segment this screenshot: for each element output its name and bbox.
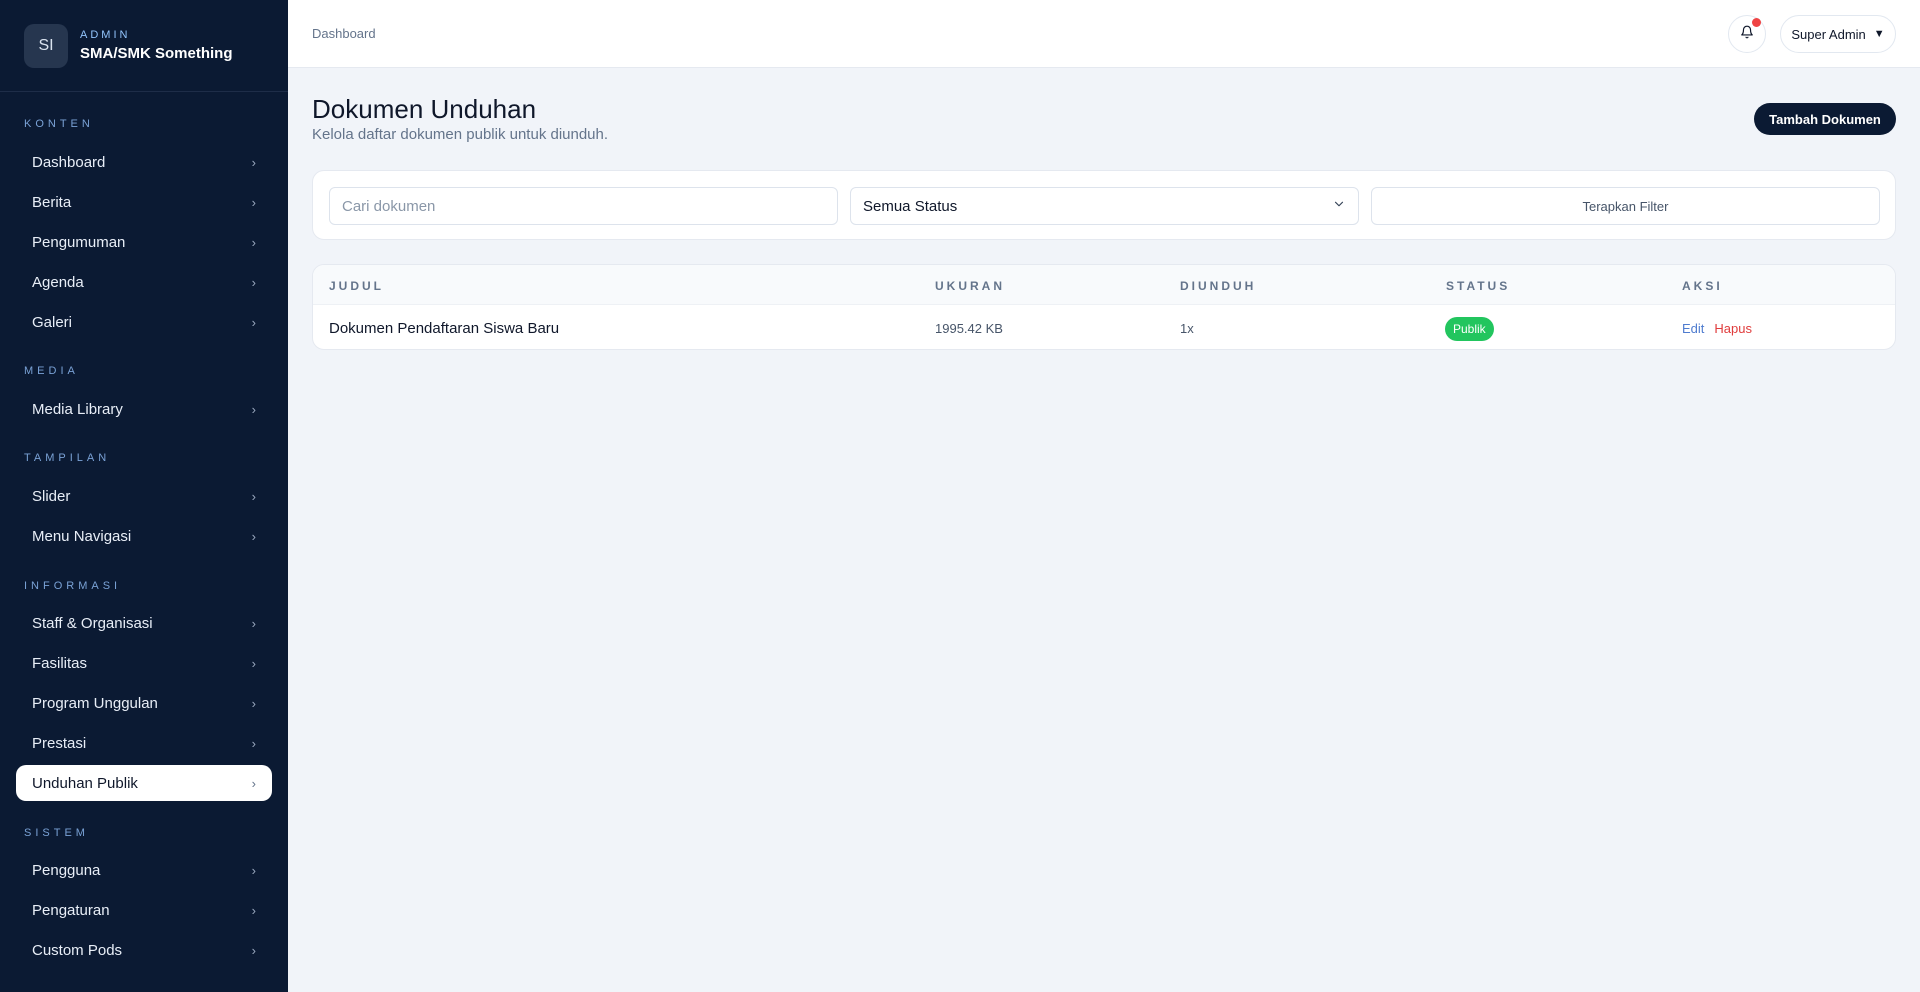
sidebar-item-label: Prestasi [32, 734, 87, 752]
document-size: 1995.42 KB [935, 321, 1003, 336]
sidebar-item-pengguna[interactable]: Pengguna › [16, 852, 272, 888]
document-downloads: 1x [1180, 321, 1194, 336]
sidebar-item-label: Pengumuman [32, 233, 126, 251]
status-select-value: Semua Status [863, 197, 958, 215]
chevron-right-icon: › [251, 528, 256, 544]
column-header-aksi: AKSI [1682, 279, 1723, 293]
user-name: Super Admin [1791, 26, 1866, 42]
apply-filter-button[interactable]: Terapkan Filter [1371, 187, 1880, 225]
notification-button[interactable] [1728, 15, 1766, 53]
column-header-status: STATUS [1446, 279, 1511, 293]
breadcrumb[interactable]: Dashboard [312, 26, 376, 41]
caret-down-icon: ▼ [1873, 28, 1885, 40]
section-label-media: MEDIA [24, 365, 79, 377]
sidebar: SI ADMIN SMA/SMK Something KONTEN Dashbo… [0, 0, 288, 992]
brand-name: SMA/SMK Something [80, 45, 233, 62]
sidebar-item-label: Program Unggulan [32, 694, 158, 712]
page-subtitle: Kelola daftar dokumen publik untuk diund… [312, 126, 609, 143]
chevron-right-icon: › [251, 154, 256, 170]
sidebar-item-staff-organisasi[interactable]: Staff & Organisasi › [16, 605, 272, 641]
sidebar-item-custom-pods[interactable]: Custom Pods › [16, 932, 272, 968]
page-title: Dokumen Unduhan [312, 94, 537, 124]
chevron-right-icon: › [251, 274, 256, 290]
section-label-informasi: INFORMASI [24, 580, 122, 592]
sidebar-item-label: Pengaturan [32, 901, 110, 919]
chevron-right-icon: › [251, 775, 256, 791]
chevron-right-icon: › [251, 314, 256, 330]
sidebar-item-label: Pengguna [32, 861, 101, 879]
sidebar-item-label: Galeri [32, 313, 73, 331]
sidebar-item-pengaturan[interactable]: Pengaturan › [16, 892, 272, 928]
sidebar-item-pengumuman[interactable]: Pengumuman › [16, 224, 272, 260]
column-header-ukuran: UKURAN [935, 279, 1005, 293]
sidebar-item-label: Slider [32, 487, 71, 505]
sidebar-item-label: Staff & Organisasi [32, 614, 153, 632]
sidebar-item-fasilitas[interactable]: Fasilitas › [16, 645, 272, 681]
column-header-judul: JUDUL [329, 279, 385, 293]
status-badge: Publik [1445, 317, 1494, 341]
edit-link[interactable]: Edit [1682, 321, 1704, 336]
sidebar-item-menu-navigasi[interactable]: Menu Navigasi › [16, 518, 272, 554]
section-label-sistem: SISTEM [24, 827, 89, 839]
search-input[interactable] [329, 187, 838, 225]
brand-subtitle: ADMIN [80, 29, 131, 41]
sidebar-item-label: Custom Pods [32, 941, 123, 959]
bell-icon [1740, 25, 1754, 44]
status-select[interactable]: Semua Status [850, 187, 1359, 225]
table-header: JUDUL UKURAN DIUNDUH STATUS AKSI [313, 265, 1895, 305]
chevron-down-icon [1332, 197, 1346, 215]
sidebar-item-unduhan-publik[interactable]: Unduhan Publik › [16, 765, 272, 801]
row-actions: Edit Hapus [1682, 321, 1752, 336]
chevron-right-icon: › [251, 488, 256, 504]
section-label-tampilan: TAMPILAN [24, 452, 111, 464]
sidebar-item-label: Unduhan Publik [32, 774, 138, 792]
chevron-right-icon: › [251, 735, 256, 751]
topbar: Dashboard Super Admin ▼ [288, 0, 1920, 68]
chevron-right-icon: › [251, 655, 256, 671]
sidebar-item-label: Menu Navigasi [32, 527, 132, 545]
documents-table: JUDUL UKURAN DIUNDUH STATUS AKSI Dokumen… [312, 264, 1896, 350]
chevron-right-icon: › [251, 194, 256, 210]
notification-dot [1752, 18, 1761, 27]
brand: SI ADMIN SMA/SMK Something [0, 0, 288, 92]
chevron-right-icon: › [251, 862, 256, 878]
add-document-button[interactable]: Tambah Dokumen [1754, 103, 1896, 135]
sidebar-item-label: Media Library [32, 400, 123, 418]
sidebar-item-slider[interactable]: Slider › [16, 478, 272, 514]
user-menu-button[interactable]: Super Admin ▼ [1780, 15, 1896, 53]
chevron-right-icon: › [251, 695, 256, 711]
filter-card: Semua Status Terapkan Filter [312, 170, 1896, 240]
sidebar-item-label: Berita [32, 193, 72, 211]
sidebar-item-agenda[interactable]: Agenda › [16, 264, 272, 300]
chevron-right-icon: › [251, 615, 256, 631]
sidebar-item-label: Dashboard [32, 153, 106, 171]
document-title: Dokumen Pendaftaran Siswa Baru [329, 320, 560, 337]
column-header-diunduh: DIUNDUH [1180, 279, 1257, 293]
sidebar-item-program-unggulan[interactable]: Program Unggulan › [16, 685, 272, 721]
sidebar-item-prestasi[interactable]: Prestasi › [16, 725, 272, 761]
sidebar-item-dashboard[interactable]: Dashboard › [16, 144, 272, 180]
chevron-right-icon: › [251, 401, 256, 417]
delete-link[interactable]: Hapus [1714, 321, 1752, 336]
sidebar-item-label: Fasilitas [32, 654, 88, 672]
sidebar-item-galeri[interactable]: Galeri › [16, 304, 272, 340]
sidebar-item-media-library[interactable]: Media Library › [16, 391, 272, 427]
chevron-right-icon: › [251, 902, 256, 918]
sidebar-item-label: Agenda [32, 273, 84, 291]
chevron-right-icon: › [251, 942, 256, 958]
chevron-right-icon: › [251, 234, 256, 250]
section-label-konten: KONTEN [24, 118, 94, 130]
sidebar-item-berita[interactable]: Berita › [16, 184, 272, 220]
brand-logo: SI [24, 23, 68, 68]
